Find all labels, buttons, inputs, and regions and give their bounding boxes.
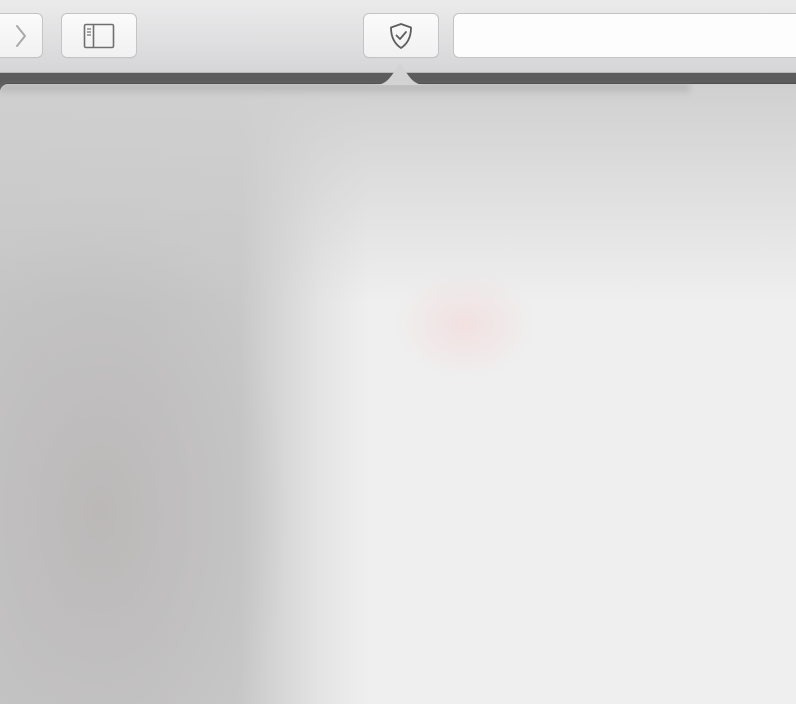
popover-arrow (372, 63, 428, 85)
popover-backdrop (0, 84, 796, 304)
shield-check-icon (386, 21, 416, 51)
privacy-report-popover (0, 84, 796, 704)
sidebar-toggle-button[interactable] (61, 13, 137, 58)
sidebar-icon (83, 23, 115, 49)
address-bar[interactable] (453, 13, 796, 58)
privacy-report-button[interactable] (363, 13, 439, 58)
chevron-right-icon (9, 23, 33, 49)
forward-button[interactable] (0, 13, 43, 58)
